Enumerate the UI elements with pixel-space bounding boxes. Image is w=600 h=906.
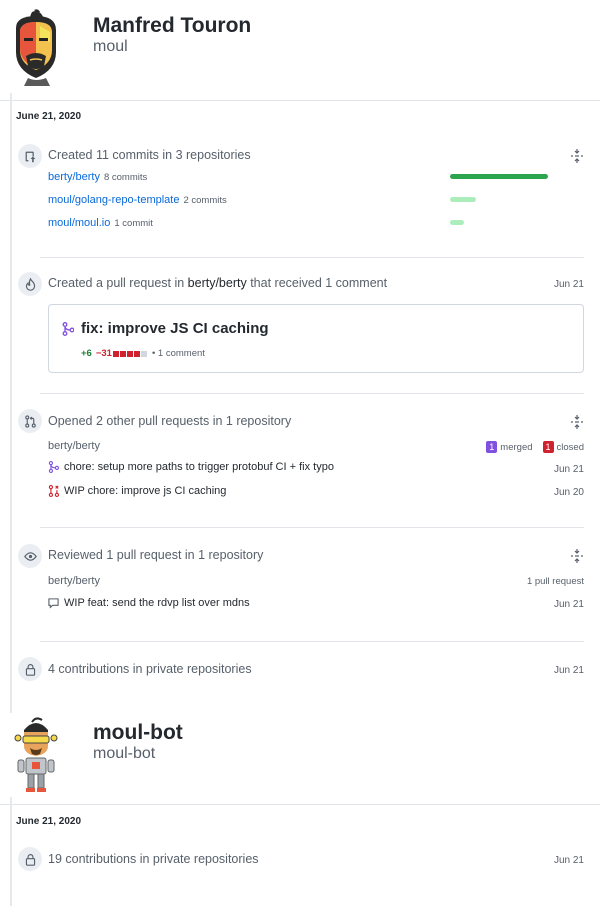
comment-icon: [48, 598, 59, 609]
title-suffix: that received 1 comment: [246, 276, 388, 290]
repo-link[interactable]: berty/berty: [48, 171, 100, 183]
git-pull-request-closed-icon: [48, 485, 59, 497]
diff-block: [133, 350, 140, 357]
comment-count: • 1 comment: [151, 348, 205, 359]
timeline-date: June 21, 2020: [16, 816, 82, 827]
pr-state-summary: 1 merged 1 closed: [486, 441, 584, 453]
pr-date: Jun 20: [553, 487, 584, 498]
event-separator: [40, 257, 584, 258]
timeline-date: June 21, 2020: [16, 111, 82, 122]
flame-icon: [18, 272, 42, 296]
review-list-item[interactable]: WIP feat: send the rdvp list over mdns: [48, 597, 250, 609]
merged-count-badge: 1: [486, 441, 498, 453]
repo-push-icon: [18, 144, 42, 168]
avatar[interactable]: [14, 716, 58, 794]
event-date: Jun 21: [553, 855, 584, 866]
commit-repo-row[interactable]: moul/moul.io 1 commit: [48, 217, 153, 229]
repo-link[interactable]: moul/golang-repo-template: [48, 194, 179, 206]
commit-repo-row[interactable]: moul/golang-repo-template 2 commits: [48, 194, 227, 206]
diff-block: [140, 350, 147, 357]
closed-label: closed: [556, 441, 584, 453]
closed-count-badge: 1: [542, 441, 554, 453]
repo-link[interactable]: berty/berty: [188, 276, 247, 290]
deletions: −31: [95, 348, 112, 359]
event-title-private: 4 contributions in private repositories: [48, 662, 252, 676]
diff-block: [126, 350, 133, 357]
event-title-reviewed: Reviewed 1 pull request in 1 repository: [48, 548, 264, 562]
pr-list-item[interactable]: chore: setup more paths to trigger proto…: [48, 461, 334, 473]
pr-title-link[interactable]: fix: improve JS CI caching: [81, 320, 269, 337]
diff-block: [112, 350, 119, 357]
event-title-opened: Opened 2 other pull requests in 1 reposi…: [48, 414, 292, 428]
git-merge-icon: [62, 322, 74, 336]
event-date: Jun 21: [553, 279, 584, 290]
avatar[interactable]: [10, 8, 64, 86]
timeline-line: [10, 797, 12, 906]
pr-date: Jun 21: [553, 464, 584, 475]
eye-icon: [18, 544, 42, 568]
merged-label: merged: [500, 441, 533, 453]
user-profile-header: moul-bot moul-bot: [0, 712, 600, 802]
divider: [0, 100, 600, 101]
pr-list-item[interactable]: WIP chore: improve js CI caching: [48, 485, 226, 497]
commit-bar: [450, 197, 476, 202]
diff-block: [119, 350, 126, 357]
event-title-private: 19 contributions in private repositories: [48, 852, 259, 866]
commit-count: 8 commits: [103, 172, 148, 183]
user-name[interactable]: Manfred Touron: [93, 14, 251, 38]
user-profile-header: Manfred Touron moul: [0, 0, 600, 95]
divider: [0, 804, 600, 805]
commit-repo-row[interactable]: berty/berty 8 commits: [48, 171, 147, 183]
event-date: Jun 21: [553, 665, 584, 676]
repo-link[interactable]: berty/berty: [48, 440, 100, 452]
timeline-line: [10, 93, 12, 713]
event-title-pr-created: Created a pull request in berty/berty th…: [48, 276, 387, 290]
user-name[interactable]: moul-bot: [93, 721, 183, 745]
commit-count: 1 commit: [114, 218, 153, 229]
title-prefix: Created a pull request in: [48, 276, 188, 290]
user-login: moul: [93, 38, 128, 55]
repo-link[interactable]: berty/berty: [48, 575, 100, 587]
lock-icon: [18, 657, 42, 681]
git-merge-icon: [48, 461, 59, 473]
commit-bar: [450, 220, 464, 225]
review-count: 1 pull request: [526, 576, 584, 587]
event-title-commits: Created 11 commits in 3 repositories: [48, 148, 251, 162]
fold-icon[interactable]: [571, 549, 583, 563]
pr-title-link[interactable]: WIP chore: improve js CI caching: [64, 485, 226, 497]
user-login: moul-bot: [93, 745, 156, 762]
fold-icon[interactable]: [571, 149, 583, 163]
event-separator: [40, 527, 584, 528]
commit-bar: [450, 174, 548, 179]
review-date: Jun 21: [553, 599, 584, 610]
event-separator: [40, 641, 584, 642]
commit-count: 2 commits: [183, 195, 227, 206]
pull-request-card[interactable]: fix: improve JS CI caching +6 −31 • 1 co…: [48, 304, 584, 373]
event-separator: [40, 393, 584, 394]
repo-link[interactable]: moul/moul.io: [48, 217, 110, 229]
pr-title-link[interactable]: WIP feat: send the rdvp list over mdns: [64, 597, 250, 609]
git-pull-request-icon: [18, 409, 42, 433]
additions: +6: [81, 348, 92, 359]
lock-icon: [18, 847, 42, 871]
pr-title-link[interactable]: chore: setup more paths to trigger proto…: [64, 461, 334, 473]
fold-icon[interactable]: [571, 415, 583, 429]
pr-diff-stats: +6 −31 • 1 comment: [81, 348, 205, 359]
